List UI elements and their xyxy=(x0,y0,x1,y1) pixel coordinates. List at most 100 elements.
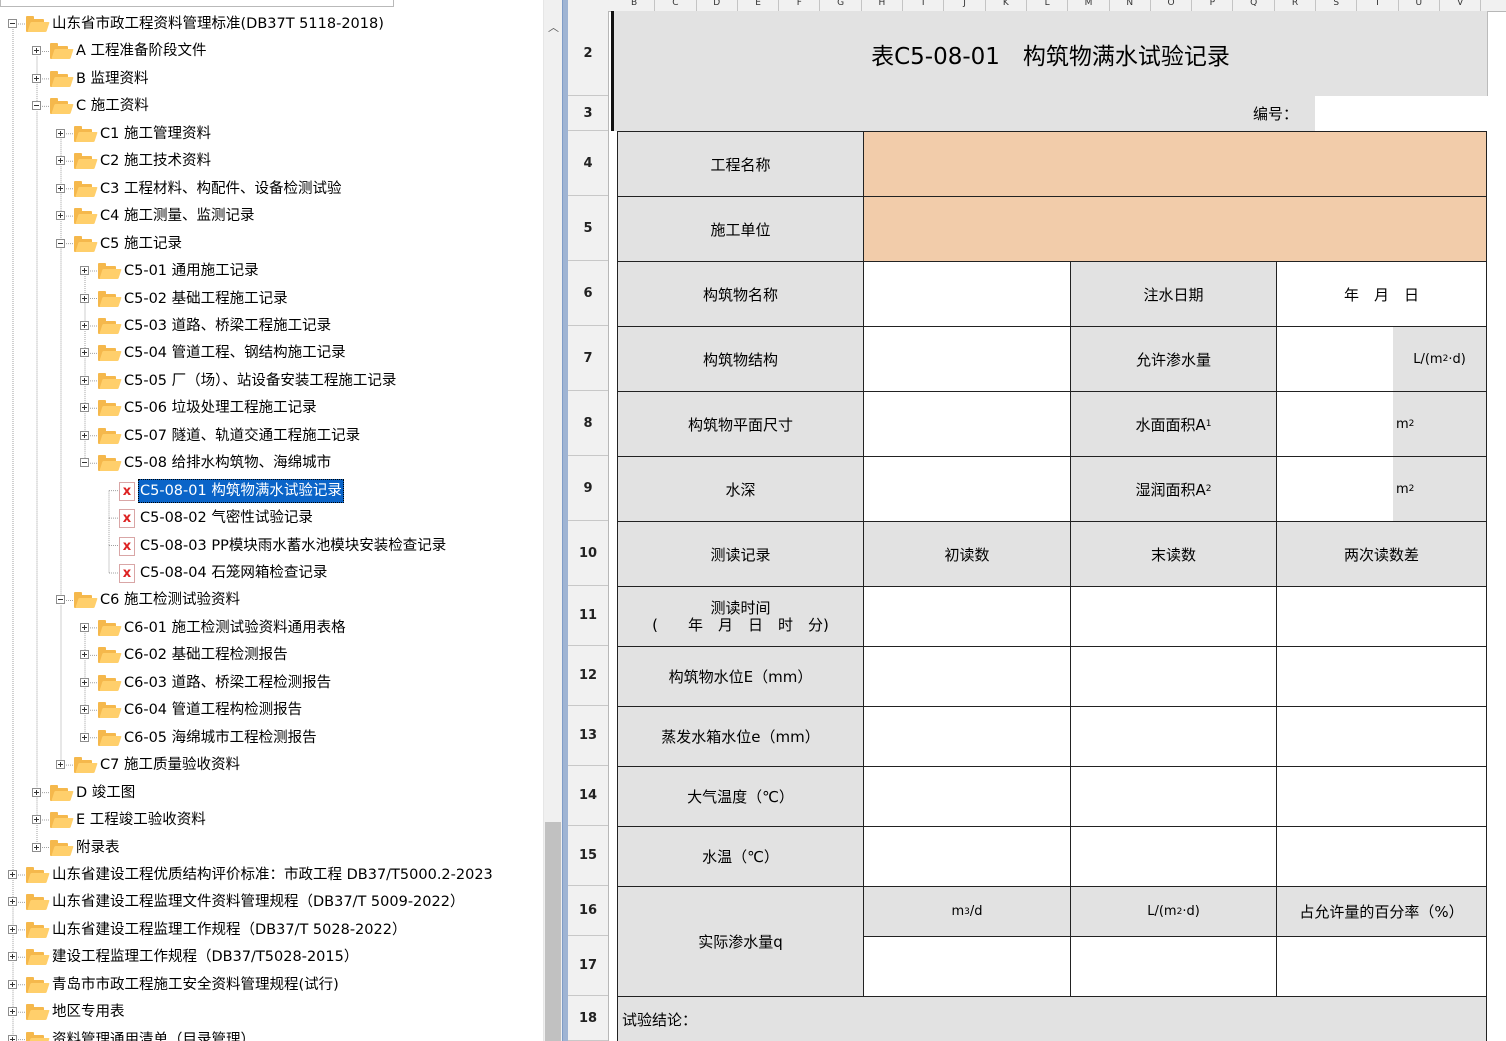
reading-time-final-input[interactable] xyxy=(1071,587,1277,647)
collapse-minus-icon[interactable] xyxy=(32,101,41,111)
expand-plus-icon[interactable] xyxy=(8,869,17,879)
row-header[interactable]: 3 xyxy=(568,96,608,131)
column-header[interactable]: V xyxy=(1440,0,1482,11)
evap-level-diff-input[interactable] xyxy=(1277,707,1487,767)
column-header[interactable]: E xyxy=(738,0,780,11)
row-header[interactable]: 5 xyxy=(568,196,608,261)
row-header[interactable]: 2 xyxy=(568,11,608,96)
column-header[interactable]: T xyxy=(1357,0,1399,11)
row-header[interactable]: 18 xyxy=(568,996,608,1041)
expand-plus-icon[interactable] xyxy=(80,348,89,358)
conclusion-input[interactable] xyxy=(740,997,1487,1041)
row-header[interactable]: 9 xyxy=(568,456,608,521)
collapse-minus-icon[interactable] xyxy=(56,595,65,605)
column-header[interactable]: B xyxy=(614,0,656,11)
row-header[interactable]: 13 xyxy=(568,706,608,766)
column-header[interactable]: F xyxy=(779,0,821,11)
column-header[interactable]: K xyxy=(986,0,1027,11)
water-area-input[interactable] xyxy=(1277,392,1393,457)
row-header[interactable]: 17 xyxy=(568,936,608,996)
expand-plus-icon[interactable] xyxy=(80,293,89,303)
expand-plus-icon[interactable] xyxy=(8,952,17,962)
row-header[interactable]: 16 xyxy=(568,886,608,936)
expand-plus-icon[interactable] xyxy=(56,183,65,193)
expand-plus-icon[interactable] xyxy=(8,979,17,989)
expand-plus-icon[interactable] xyxy=(80,677,89,687)
expand-plus-icon[interactable] xyxy=(80,705,89,715)
sheet-title[interactable]: 表C5-08-01 构筑物满水试验记录 xyxy=(614,11,1488,96)
scroll-thumb[interactable] xyxy=(545,822,561,1041)
column-header[interactable]: G xyxy=(821,0,862,11)
expand-plus-icon[interactable] xyxy=(56,760,65,770)
project-name-input[interactable] xyxy=(864,132,1487,197)
expand-plus-icon[interactable] xyxy=(32,815,41,825)
collapse-minus-icon[interactable] xyxy=(56,238,65,248)
water-temp-initial-input[interactable] xyxy=(864,827,1071,887)
row-header[interactable]: 8 xyxy=(568,391,608,456)
seepage-m3d-input[interactable] xyxy=(864,937,1071,997)
column-header[interactable]: M xyxy=(1068,0,1110,11)
water-level-diff-input[interactable] xyxy=(1277,647,1487,707)
expand-plus-icon[interactable] xyxy=(8,924,17,934)
seepage-percent-input[interactable] xyxy=(1277,937,1487,997)
wet-area-input[interactable] xyxy=(1277,457,1393,522)
air-temp-initial-input[interactable] xyxy=(864,767,1071,827)
depth-input[interactable] xyxy=(864,457,1071,522)
row-header[interactable]: 14 xyxy=(568,766,608,826)
expand-plus-icon[interactable] xyxy=(32,46,41,56)
collapse-minus-icon[interactable] xyxy=(80,458,89,468)
column-header[interactable]: O xyxy=(1151,0,1193,11)
air-temp-diff-input[interactable] xyxy=(1277,767,1487,827)
expand-plus-icon[interactable] xyxy=(32,73,41,83)
expand-plus-icon[interactable] xyxy=(8,897,17,907)
row-header[interactable]: 11 xyxy=(568,586,608,646)
row-header[interactable]: 4 xyxy=(568,131,608,196)
expand-plus-icon[interactable] xyxy=(56,128,65,138)
expand-plus-icon[interactable] xyxy=(32,842,41,852)
air-temp-final-input[interactable] xyxy=(1071,767,1277,827)
tree-scrollbar[interactable]: ︿ xyxy=(543,0,562,1041)
water-temp-final-input[interactable] xyxy=(1071,827,1277,887)
expand-plus-icon[interactable] xyxy=(80,732,89,742)
scroll-up-arrow-icon[interactable]: ︿ xyxy=(548,22,559,34)
water-temp-diff-input[interactable] xyxy=(1277,827,1487,887)
structure-type-input[interactable] xyxy=(864,327,1071,392)
column-header[interactable]: U xyxy=(1399,0,1440,11)
serial-spacer-cell[interactable] xyxy=(614,96,1236,131)
collapse-minus-icon[interactable] xyxy=(8,19,17,28)
row-header[interactable]: 12 xyxy=(568,646,608,706)
expand-plus-icon[interactable] xyxy=(80,266,89,276)
column-header[interactable]: H xyxy=(862,0,904,11)
column-header[interactable]: Q xyxy=(1234,0,1275,11)
expand-plus-icon[interactable] xyxy=(8,1007,17,1017)
water-level-final-input[interactable] xyxy=(1071,647,1277,707)
structure-name-input[interactable] xyxy=(864,262,1071,327)
row-header[interactable]: 7 xyxy=(568,326,608,391)
column-header[interactable]: I xyxy=(903,0,945,11)
serial-number-input[interactable] xyxy=(1315,96,1487,131)
row-header[interactable]: 10 xyxy=(568,521,608,586)
evap-level-final-input[interactable] xyxy=(1071,707,1277,767)
row-header[interactable]: 15 xyxy=(568,826,608,886)
column-header[interactable]: R xyxy=(1275,0,1317,11)
serial-label-cell[interactable]: 编号： xyxy=(1236,96,1315,131)
column-header[interactable]: D xyxy=(697,0,738,11)
construction-unit-input[interactable] xyxy=(864,197,1487,262)
seepage-lm2d-input[interactable] xyxy=(1071,937,1277,997)
column-header[interactable]: J xyxy=(944,0,986,11)
column-header[interactable]: S xyxy=(1316,0,1358,11)
water-level-initial-input[interactable] xyxy=(864,647,1071,707)
allowed-seepage-input[interactable] xyxy=(1277,327,1393,392)
expand-plus-icon[interactable] xyxy=(80,375,89,385)
reading-time-diff-input[interactable] xyxy=(1277,587,1487,647)
reading-time-initial-input[interactable] xyxy=(864,587,1071,647)
expand-plus-icon[interactable] xyxy=(80,403,89,413)
expand-plus-icon[interactable] xyxy=(56,156,65,166)
fill-date-input[interactable]: 年 月 日 xyxy=(1277,262,1487,327)
column-header[interactable]: N xyxy=(1110,0,1151,11)
plan-size-input[interactable] xyxy=(864,392,1071,457)
expand-plus-icon[interactable] xyxy=(80,622,89,632)
expand-plus-icon[interactable] xyxy=(80,320,89,330)
expand-plus-icon[interactable] xyxy=(32,787,41,797)
row-header[interactable]: 6 xyxy=(568,261,608,326)
